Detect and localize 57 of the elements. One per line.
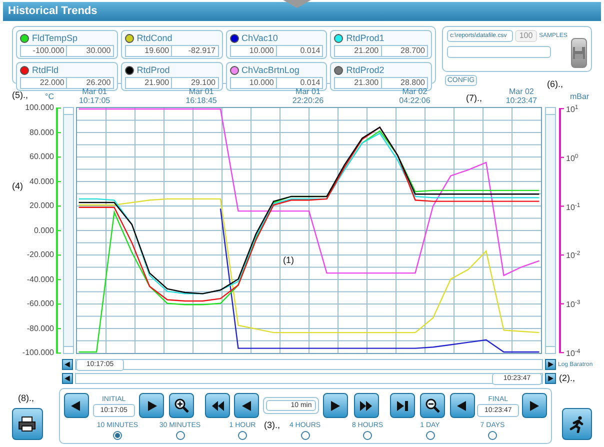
- callout-label: (5).,: [12, 89, 28, 102]
- tag-card[interactable]: RtdProd1 21.200 28.700: [330, 30, 432, 59]
- range-max-cell: 0.014: [276, 77, 324, 89]
- callout-label: (7).,: [466, 92, 482, 105]
- log-axis-label: 10$^{-2}$: [566, 251, 580, 262]
- callout-label: (3).,: [264, 419, 280, 432]
- log-axis-label: 10$^{-4}$: [566, 349, 580, 359]
- range-min-cell: 10.000: [230, 77, 277, 89]
- callout-label: (4): [12, 180, 23, 193]
- window-title: Historical Trends: [8, 4, 98, 20]
- chart-unit-label: °C: [45, 91, 54, 103]
- range-max-cell: 0.014: [276, 45, 324, 57]
- range-max-cell: -82.917: [172, 45, 218, 57]
- y-axis-label: 0.000: [34, 226, 54, 236]
- y-axis-label: 100.000: [25, 103, 54, 113]
- range-min-cell: 19.600: [124, 45, 172, 57]
- callout-label: (6).,: [547, 78, 564, 91]
- tag-card[interactable]: RtdCond 19.600 -82.917: [120, 30, 222, 59]
- log-axis-label: 10$^{-3}$: [566, 300, 580, 310]
- y-axis-label: -60.000: [26, 299, 54, 309]
- range-min-cell: -100.000: [20, 45, 68, 57]
- range-min-cell: 21.200: [334, 45, 382, 57]
- tag-name: RtdProd: [136, 66, 170, 75]
- range-max-cell: 28.800: [382, 77, 428, 89]
- y-axis-label: -20.000: [26, 250, 54, 260]
- range-min-cell: 21.900: [124, 77, 172, 89]
- range-min-cell: 21.300: [334, 77, 382, 89]
- y-axis-label: 60.000: [30, 152, 54, 162]
- range-max-cell: 29.100: [172, 77, 218, 89]
- chart-unit-label: mBar: [570, 91, 590, 103]
- callout-label: (2).,: [559, 372, 576, 385]
- tag-name: RtdProd2: [346, 66, 384, 75]
- y-axis-label: -40.000: [26, 274, 54, 284]
- range-max-cell: 26.200: [67, 77, 114, 89]
- tag-name: ChVacBrtnLog: [242, 66, 300, 75]
- callout-label: (1): [283, 254, 294, 267]
- y-axis-label: 80.000: [30, 128, 54, 138]
- log-axis-label: 10$^{0}$: [566, 154, 578, 164]
- time-axis-label: Mar 02 10:23:47: [504, 87, 538, 105]
- tag-name: RtdProd1: [346, 34, 384, 43]
- range-max-cell: 28.700: [382, 45, 428, 57]
- tag-card[interactable]: ChVac10 10.000 0.014: [226, 30, 328, 59]
- log-axis-label: 10$^{-1}$: [566, 202, 580, 213]
- tag-name: RtdFld: [32, 66, 59, 75]
- log-axis-label: 10$^{1}$: [566, 105, 578, 115]
- y-axis-label: 40.000: [30, 176, 54, 186]
- callout-label: (8).,: [18, 392, 34, 405]
- range-min-cell: 10.000: [230, 45, 277, 57]
- tag-name: FldTempSp: [32, 34, 78, 43]
- range-max-cell: 30.000: [67, 45, 114, 57]
- y-axis-label: -80.000: [26, 324, 54, 334]
- tag-name: ChVac10: [242, 34, 278, 43]
- y-axis-label: 20.000: [30, 201, 54, 211]
- tag-name: RtdCond: [136, 34, 172, 43]
- y-axis-label: -100.000: [22, 348, 54, 358]
- tag-card[interactable]: FldTempSp -100.000 30.000: [16, 30, 118, 59]
- range-min-cell: 22.000: [20, 77, 68, 89]
